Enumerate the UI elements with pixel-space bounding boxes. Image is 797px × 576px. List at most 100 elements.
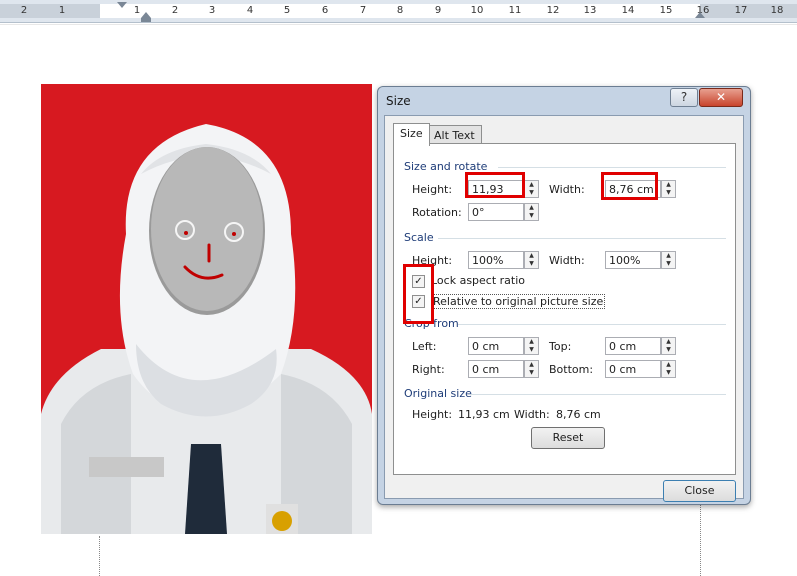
spin-up-icon[interactable]: ▲ (525, 338, 538, 346)
scale-width-spinner[interactable]: ▲ ▼ (661, 251, 676, 269)
section-crop-heading: Crop from (404, 317, 459, 330)
ruler-number: 1 (58, 5, 66, 16)
height-label: Height: (412, 183, 453, 196)
spin-down-icon[interactable]: ▼ (525, 346, 538, 354)
scale-height-input[interactable]: 100% (468, 251, 524, 269)
width-input[interactable]: 8,76 cm (605, 180, 661, 198)
height-input[interactable]: 11,93 cm (468, 180, 524, 214)
width-label: Width: (549, 183, 585, 196)
ruler-number: 8 (396, 5, 404, 16)
lock-aspect-ratio-checkbox[interactable]: ✓ (412, 275, 425, 288)
portrait-photo (41, 84, 372, 534)
crop-bottom-label: Bottom: (549, 363, 594, 376)
rotation-input[interactable]: 0° (468, 203, 524, 221)
margin-guide (700, 500, 701, 576)
tab-size[interactable]: Size (393, 123, 430, 146)
ruler-number: 14 (621, 5, 635, 16)
spin-down-icon[interactable]: ▼ (525, 212, 538, 220)
dialog-title: Size (386, 94, 411, 108)
ruler-margin-left (0, 4, 100, 18)
ruler-number: 5 (283, 5, 291, 16)
ruler-number: 17 (734, 5, 748, 16)
left-indent-marker[interactable] (141, 18, 151, 22)
rotation-label: Rotation: (412, 206, 462, 219)
spin-down-icon[interactable]: ▼ (662, 369, 675, 377)
ruler-number: 9 (434, 5, 442, 16)
spin-up-icon[interactable]: ▲ (662, 252, 675, 260)
ruler-number: 15 (659, 5, 673, 16)
ruler-number: 7 (359, 5, 367, 16)
dialog-body: Size Alt Text Size and rotate Height: 11… (384, 115, 744, 502)
original-width-label: Width: (514, 408, 550, 421)
section-size-rotate-heading: Size and rotate (404, 160, 488, 173)
ruler-number: 6 (321, 5, 329, 16)
crop-left-spinner[interactable]: ▲ ▼ (524, 337, 539, 355)
close-x-button[interactable]: ✕ (699, 88, 743, 107)
spin-down-icon[interactable]: ▼ (662, 260, 675, 268)
crop-bottom-input[interactable]: 0 cm (605, 360, 661, 378)
ruler-number: 10 (470, 5, 484, 16)
ruler-number: 18 (770, 5, 784, 16)
dialog-titlebar[interactable]: Size ? ✕ (378, 87, 750, 113)
ruler-number: 11 (508, 5, 522, 16)
first-line-indent-marker[interactable] (117, 2, 127, 8)
section-divider (498, 167, 726, 168)
scale-height-spinner[interactable]: ▲ ▼ (524, 251, 539, 269)
spin-down-icon[interactable]: ▼ (525, 189, 538, 197)
selected-picture[interactable] (41, 84, 372, 534)
crop-right-input[interactable]: 0 cm (468, 360, 524, 378)
spin-up-icon[interactable]: ▲ (525, 204, 538, 212)
spin-up-icon[interactable]: ▲ (662, 361, 675, 369)
scale-height-label: Height: (412, 254, 453, 267)
ruler-number: 2 (171, 5, 179, 16)
right-indent-marker[interactable] (695, 12, 705, 18)
crop-left-input[interactable]: 0 cm (468, 337, 524, 355)
close-button[interactable]: Close (663, 480, 736, 502)
height-spinner[interactable]: ▲ ▼ (524, 180, 539, 198)
relative-size-checkbox[interactable]: ✓ (412, 295, 425, 308)
spin-up-icon[interactable]: ▲ (525, 252, 538, 260)
spin-down-icon[interactable]: ▼ (525, 260, 538, 268)
original-height-label: Height: (412, 408, 453, 421)
reset-button[interactable]: Reset (531, 427, 605, 449)
ruler-number: 3 (208, 5, 216, 16)
ruler-number: 4 (246, 5, 254, 16)
relative-size-label[interactable]: Relative to original picture size (431, 294, 606, 309)
spin-down-icon[interactable]: ▼ (662, 346, 675, 354)
spin-up-icon[interactable]: ▲ (662, 338, 675, 346)
size-tab-panel: Size and rotate Height: 11,93 cm ▲▼ Widt… (393, 143, 736, 475)
spin-up-icon[interactable]: ▲ (525, 361, 538, 369)
original-height-value: 11,93 cm (458, 408, 510, 421)
crop-top-input[interactable]: 0 cm (605, 337, 661, 355)
crop-left-label: Left: (412, 340, 437, 353)
page-top-edge (0, 24, 797, 25)
spin-down-icon[interactable]: ▼ (525, 369, 538, 377)
ruler-number: 12 (546, 5, 560, 16)
size-dialog[interactable]: Size ? ✕ Size Alt Text Size and rotate H… (377, 86, 751, 505)
help-button[interactable]: ? (670, 88, 698, 107)
ruler-number: 13 (583, 5, 597, 16)
original-width-value: 8,76 cm (556, 408, 601, 421)
crop-right-spinner[interactable]: ▲ ▼ (524, 360, 539, 378)
scale-width-label: Width: (549, 254, 585, 267)
spin-down-icon[interactable]: ▼ (662, 189, 675, 197)
crop-top-label: Top: (549, 340, 572, 353)
rotation-spinner[interactable]: ▲ ▼ (524, 203, 539, 221)
scale-width-input[interactable]: 100% (605, 251, 661, 269)
section-original-size-heading: Original size (404, 387, 472, 400)
ruler-number: 1 (133, 5, 141, 16)
section-divider (458, 324, 726, 325)
crop-bottom-spinner[interactable]: ▲ ▼ (661, 360, 676, 378)
section-divider (470, 394, 726, 395)
crop-right-label: Right: (412, 363, 445, 376)
spin-up-icon[interactable]: ▲ (662, 181, 675, 189)
margin-guide (99, 536, 100, 576)
horizontal-ruler[interactable]: 2 1 1 2 3 4 5 6 7 8 9 10 11 12 13 14 15 … (0, 0, 797, 23)
crop-top-spinner[interactable]: ▲ ▼ (661, 337, 676, 355)
lock-aspect-ratio-label[interactable]: Lock aspect ratio (431, 274, 525, 287)
section-scale-heading: Scale (404, 231, 434, 244)
section-divider (438, 238, 726, 239)
spin-up-icon[interactable]: ▲ (525, 181, 538, 189)
width-spinner[interactable]: ▲ ▼ (661, 180, 676, 198)
ruler-number: 2 (20, 5, 28, 16)
